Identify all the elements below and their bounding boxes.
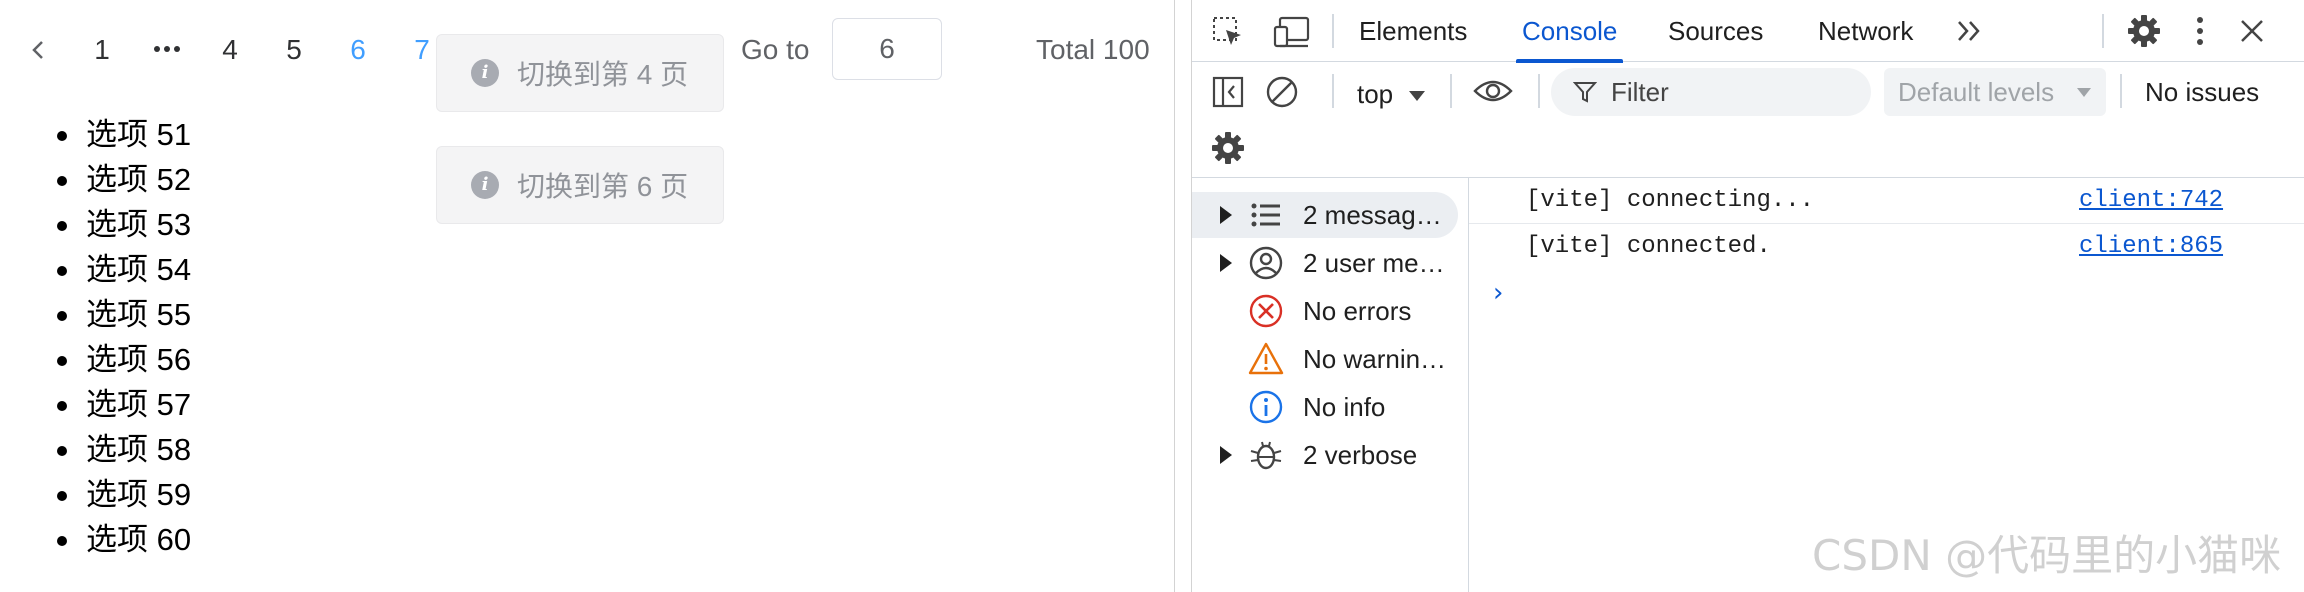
sidebar-item-info[interactable]: No info: [1192, 384, 1458, 430]
console-toolbar: top Filter Default levels No issues: [1192, 62, 2304, 178]
separator: [2120, 74, 2122, 108]
sidebar-item-verbose[interactable]: 2 verbose: [1192, 432, 1458, 478]
expand-arrow-icon[interactable]: [1220, 206, 1232, 224]
console-message-text: [vite] connecting...: [1526, 187, 1815, 214]
list-item: 选项 54: [56, 247, 191, 292]
log-levels-dropdown[interactable]: Default levels: [1884, 68, 2106, 116]
dropdown-arrow-icon: [1409, 91, 1426, 102]
list-item: 选项 53: [56, 202, 191, 247]
goto-page-input[interactable]: [832, 18, 942, 80]
filter-funnel-icon: [1573, 82, 1597, 103]
close-icon[interactable]: [2236, 15, 2268, 47]
sidebar-item-user-messages[interactable]: 2 user me…: [1192, 240, 1458, 286]
bug-icon: [1250, 441, 1282, 470]
page-4-button[interactable]: 4: [216, 28, 244, 72]
page-1-button[interactable]: 1: [88, 28, 116, 72]
separator: [2102, 14, 2104, 48]
tooltip-page-4: i 切换到第 4 页: [436, 34, 724, 112]
kebab-menu-icon[interactable]: [2192, 13, 2208, 49]
clear-console-icon[interactable]: [1264, 74, 1300, 110]
list-item: 选项 58: [56, 427, 191, 472]
devtools-tabbar: Elements Console Sources Network: [1192, 0, 2304, 63]
log-levels-label: Default levels: [1898, 77, 2055, 107]
tooltip-page-6: i 切换到第 6 页: [436, 146, 724, 224]
console-message-row: [vite] connected. client:865: [1469, 224, 2304, 270]
issues-counter[interactable]: No issues: [2145, 72, 2259, 112]
tab-elements[interactable]: Elements: [1359, 0, 1467, 62]
separator: [1450, 74, 1452, 108]
panel-resize-handle[interactable]: [1174, 0, 1192, 592]
total-count: Total 100: [1036, 34, 1150, 65]
tab-network[interactable]: Network: [1818, 0, 1913, 62]
list-item: 选项 57: [56, 382, 191, 427]
inspect-element-icon[interactable]: [1210, 14, 1246, 50]
goto-label: Go to: [741, 34, 810, 65]
filter-placeholder: Filter: [1611, 77, 1669, 107]
chevron-left-icon[interactable]: [24, 30, 50, 70]
sidebar-item-label: No info: [1303, 392, 1386, 422]
console-settings-gear-icon[interactable]: [1210, 130, 1246, 166]
live-expression-eye-icon[interactable]: [1472, 76, 1514, 106]
filter-input[interactable]: Filter: [1551, 68, 1871, 116]
page-5-button[interactable]: 5: [280, 28, 308, 72]
info-icon: [1249, 390, 1283, 424]
sidebar-item-messages[interactable]: 2 messag…: [1192, 192, 1458, 238]
sidebar-item-warnings[interactable]: No warnin…: [1192, 336, 1458, 382]
settings-gear-icon[interactable]: [2126, 13, 2162, 49]
sidebar-item-label: 2 user me…: [1303, 248, 1445, 278]
list-item: 选项 52: [56, 157, 191, 202]
list-item: 选项 60: [56, 517, 191, 562]
tab-sources[interactable]: Sources: [1668, 0, 1763, 62]
console-prompt-chevron-icon[interactable]: ›: [1493, 278, 1503, 308]
console-message-row: [vite] connecting... client:742: [1469, 178, 2304, 224]
list-item: 选项 51: [56, 112, 191, 157]
sidebar-item-label: 2 messag…: [1303, 200, 1442, 230]
demo-page: 1 4 5 6 7 Go to Total 100 i 切换到第 4 页 i 切…: [0, 0, 1174, 592]
sidebar-item-label: No errors: [1303, 296, 1412, 326]
separator: [1332, 14, 1334, 48]
console-source-link[interactable]: client:865: [2079, 224, 2223, 270]
info-icon: i: [471, 171, 499, 199]
option-list: 选项 51 选项 52 选项 53 选项 54 选项 55 选项 56 选项 5…: [0, 112, 191, 562]
device-toolbar-icon[interactable]: [1272, 14, 1312, 50]
tab-console[interactable]: Console: [1515, 0, 1624, 63]
console-sidebar: 2 messag… 2 user me… No errors No warnin…: [1192, 178, 1469, 592]
sidebar-toggle-icon[interactable]: [1210, 74, 1246, 110]
user-icon: [1249, 246, 1283, 280]
error-icon: [1249, 294, 1283, 328]
console-message-text: [vite] connected.: [1526, 233, 1771, 260]
sidebar-item-errors[interactable]: No errors: [1192, 288, 1458, 334]
dropdown-arrow-icon: [2077, 88, 2091, 97]
tooltip-text: 切换到第 6 页: [517, 171, 689, 202]
context-value: top: [1357, 79, 1394, 109]
info-icon: i: [471, 59, 499, 87]
list-icon: [1251, 203, 1280, 227]
tooltip-text: 切换到第 4 页: [517, 59, 689, 90]
more-dots-icon[interactable]: [150, 34, 184, 64]
page-6-button[interactable]: 6: [344, 28, 372, 72]
separator: [1538, 74, 1540, 108]
warning-icon: [1248, 342, 1284, 375]
more-tabs-icon[interactable]: [1954, 16, 1986, 46]
expand-arrow-icon[interactable]: [1220, 446, 1232, 464]
separator: [1332, 74, 1334, 108]
context-select[interactable]: top: [1357, 74, 1426, 114]
devtools-panel: Elements Console Sources Network top Fil…: [1192, 0, 2304, 592]
page-7-button[interactable]: 7: [408, 28, 436, 72]
list-item: 选项 55: [56, 292, 191, 337]
expand-arrow-icon[interactable]: [1220, 254, 1232, 272]
sidebar-item-label: No warnin…: [1303, 344, 1447, 374]
list-item: 选项 56: [56, 337, 191, 382]
list-item: 选项 59: [56, 472, 191, 517]
sidebar-item-label: 2 verbose: [1303, 440, 1418, 470]
console-source-link[interactable]: client:742: [2079, 178, 2223, 224]
watermark: CSDN @代码里的小猫咪: [1812, 531, 2282, 580]
